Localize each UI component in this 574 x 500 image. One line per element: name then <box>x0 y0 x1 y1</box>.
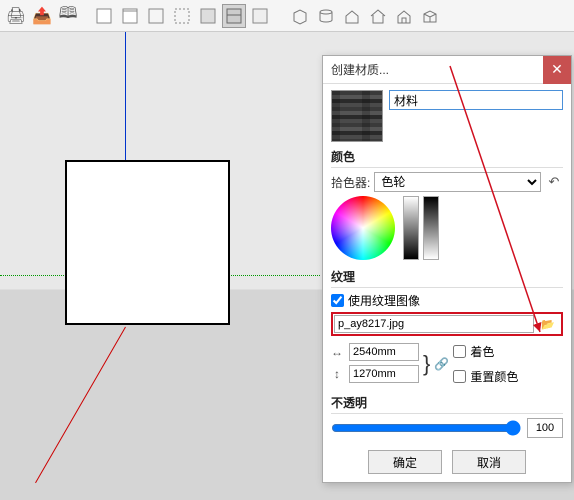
texture-width-input[interactable] <box>349 343 419 361</box>
view-house1-icon[interactable] <box>340 4 364 28</box>
style-7-icon[interactable] <box>248 4 272 28</box>
bracket-icon: } <box>423 355 430 373</box>
opacity-value-input[interactable] <box>527 418 563 438</box>
create-material-dialog: 创建材质... ✕ 颜色 拾色器: 色轮 ↶ 纹理 使用纹理图像 📂 <box>322 55 572 483</box>
view-box-icon[interactable] <box>288 4 312 28</box>
ok-button[interactable]: 确定 <box>368 450 442 474</box>
picker-label: 拾色器: <box>331 174 370 191</box>
close-button[interactable]: ✕ <box>543 56 571 84</box>
material-preview <box>331 90 383 142</box>
style-3-icon[interactable] <box>144 4 168 28</box>
reset-color-row[interactable]: 重置颜色 <box>453 368 518 385</box>
dialog-title-text: 创建材质... <box>331 61 389 78</box>
style-1-icon[interactable] <box>92 4 116 28</box>
height-arrow-icon: ↕ <box>331 367 343 381</box>
style-6-icon[interactable] <box>222 4 246 28</box>
colorize-row[interactable]: 着色 <box>453 343 518 360</box>
style-5-icon[interactable] <box>196 4 220 28</box>
view-house3-icon[interactable] <box>392 4 416 28</box>
view-house2-icon[interactable] <box>366 4 390 28</box>
reset-color-label: 重置颜色 <box>470 368 518 385</box>
texture-file-input[interactable] <box>334 315 534 333</box>
cancel-button[interactable]: 取消 <box>452 450 526 474</box>
texture-height-input[interactable] <box>349 365 419 383</box>
browse-texture-button[interactable]: 📂 <box>536 315 560 333</box>
opacity-slider[interactable] <box>331 420 521 436</box>
colorize-checkbox[interactable] <box>453 345 466 358</box>
opacity-section-header: 不透明 <box>331 394 563 414</box>
color-section-header: 颜色 <box>331 148 563 168</box>
tool-send-icon[interactable]: 📤 <box>30 4 54 28</box>
style-4-icon[interactable] <box>170 4 194 28</box>
reset-color-checkbox[interactable] <box>453 370 466 383</box>
use-texture-row[interactable]: 使用纹理图像 <box>331 292 563 309</box>
use-texture-checkbox[interactable] <box>331 294 344 307</box>
colorize-label: 着色 <box>470 343 494 360</box>
picker-select[interactable]: 色轮 <box>374 172 541 192</box>
view-openbox-icon[interactable] <box>418 4 442 28</box>
drawn-rectangle <box>65 160 230 325</box>
dialog-titlebar[interactable]: 创建材质... ✕ <box>323 56 571 84</box>
axis-red <box>35 327 126 483</box>
link-aspect-icon[interactable]: 🔗 <box>434 357 449 371</box>
color-wheel[interactable] <box>331 196 395 260</box>
width-arrow-icon: ↔ <box>331 345 343 359</box>
material-name-input[interactable] <box>389 90 563 110</box>
texture-section-header: 纹理 <box>331 268 563 288</box>
value-slider[interactable] <box>403 196 419 260</box>
view-cylinder-icon[interactable] <box>314 4 338 28</box>
toolbar: 🖨 📤 🕮 <box>0 0 574 32</box>
texture-file-row: 📂 <box>331 312 563 336</box>
tool-iso-icon[interactable]: 🖨 <box>4 4 28 28</box>
tool-help-icon[interactable]: 🕮 <box>56 4 80 28</box>
value-slider-2[interactable] <box>423 196 439 260</box>
use-texture-label: 使用纹理图像 <box>348 292 420 309</box>
undo-color-icon[interactable]: ↶ <box>545 173 563 191</box>
style-2-icon[interactable] <box>118 4 142 28</box>
